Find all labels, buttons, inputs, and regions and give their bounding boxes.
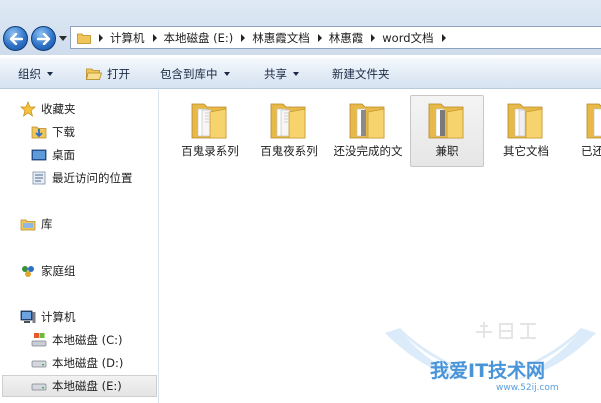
chevron-down-icon — [47, 72, 53, 76]
folder-icon — [77, 33, 91, 44]
nav-favorites-label: 收藏夹 — [41, 102, 76, 116]
nav-computer[interactable]: 计算机 — [20, 307, 76, 327]
nav-libraries-label: 库 — [41, 217, 53, 231]
chevron-right-icon[interactable] — [152, 33, 157, 42]
computer-icon — [20, 310, 36, 323]
folder-icon — [270, 103, 306, 139]
watermark-title: 我爱IT技术网 — [430, 360, 546, 382]
downloads-folder-icon — [31, 126, 47, 139]
include-in-library-button[interactable]: 包含到库中 — [160, 58, 230, 90]
folder-item[interactable]: 百鬼夜系列 — [252, 96, 326, 166]
nav-libraries[interactable]: 库 — [20, 214, 53, 234]
nav-drive-c-label: 本地磁盘 (C:) — [52, 333, 123, 347]
breadcrumb-computer[interactable]: 计算机 — [110, 30, 145, 46]
watermark-url: www.52ij.com — [496, 383, 559, 393]
command-bar: 组织 打开 包含到库中 共享 新建文件夹 — [0, 57, 601, 89]
arrow-left-icon — [9, 32, 23, 45]
nav-drive-d-label: 本地磁盘 (D:) — [52, 356, 124, 370]
folder-item[interactable]: 还没完成的文 — [331, 96, 405, 182]
folder-label: 百鬼录系列 — [181, 144, 239, 158]
nav-computer-label: 计算机 — [41, 310, 76, 324]
new-folder-label: 新建文件夹 — [332, 67, 390, 81]
nav-homegroup-label: 家庭组 — [41, 264, 76, 278]
nav-downloads[interactable]: 下载 — [31, 122, 75, 142]
organize-label: 组织 — [18, 67, 41, 81]
address-bar-row: 计算机 本地磁盘 (E:) 林惠霞文档 林惠霞 word文档 — [0, 0, 601, 55]
nav-drive-e-label: 本地磁盘 (E:) — [52, 379, 122, 393]
folder-icon — [191, 103, 227, 139]
back-button[interactable] — [3, 26, 28, 51]
open-button[interactable]: 打开 — [86, 58, 130, 90]
nav-desktop-label: 桌面 — [52, 148, 75, 162]
chevron-right-icon[interactable] — [317, 33, 322, 42]
folder-label: 其它文档 — [503, 144, 549, 158]
nav-drive-c[interactable]: 本地磁盘 (C:) — [31, 330, 123, 350]
folder-icon — [586, 103, 601, 139]
folder-item[interactable]: 已还 — [568, 96, 601, 166]
folder-label: 兼职 — [435, 144, 459, 158]
recent-places-icon — [32, 171, 46, 185]
nav-recent-places[interactable]: 最近访问的位置 — [31, 168, 133, 188]
address-box[interactable]: 计算机 本地磁盘 (E:) 林惠霞文档 林惠霞 word文档 — [70, 26, 601, 49]
chevron-right-icon[interactable] — [99, 33, 103, 42]
folder-item[interactable]: 百鬼录系列 — [173, 96, 247, 166]
organize-button[interactable]: 组织 — [18, 58, 53, 90]
folder-item-selected[interactable]: 兼职 — [410, 95, 484, 167]
nav-homegroup[interactable]: 家庭组 — [20, 261, 76, 281]
folder-icon — [428, 103, 464, 139]
system-drive-icon — [31, 333, 47, 347]
folder-icon — [507, 103, 543, 139]
homegroup-icon — [22, 266, 34, 277]
library-icon — [20, 219, 36, 231]
star-icon — [20, 101, 36, 117]
desktop-icon — [31, 149, 47, 161]
open-folder-icon — [86, 68, 102, 80]
hard-drive-icon — [31, 360, 47, 368]
nav-drive-e[interactable]: 本地磁盘 (E:) — [2, 375, 157, 397]
nav-recent-places-label: 最近访问的位置 — [52, 171, 133, 185]
breadcrumb-word-docs[interactable]: word文档 — [382, 30, 433, 46]
navigation-pane: 收藏夹 下载 桌面 最近访问的位置 库 家庭组 计算机 本地磁盘 (C:) 本地… — [0, 90, 159, 403]
folder-label: 还没完成的文 — [333, 144, 403, 158]
recent-pages-dropdown-icon[interactable] — [59, 36, 67, 41]
folder-label: 已还 — [581, 144, 601, 158]
share-button[interactable]: 共享 — [264, 58, 299, 90]
new-folder-button[interactable]: 新建文件夹 — [332, 58, 390, 90]
breadcrumb-lin[interactable]: 林惠霞 — [329, 30, 364, 46]
nav-desktop[interactable]: 桌面 — [31, 145, 75, 165]
breadcrumb-lin-docs[interactable]: 林惠霞文档 — [252, 30, 310, 46]
nav-downloads-label: 下载 — [52, 125, 75, 139]
chevron-down-icon — [293, 72, 299, 76]
chevron-right-icon[interactable] — [371, 33, 376, 42]
open-label: 打开 — [107, 67, 130, 81]
chevron-right-icon[interactable] — [441, 33, 446, 42]
include-in-library-label: 包含到库中 — [160, 67, 218, 81]
hard-drive-icon — [31, 383, 47, 391]
nav-drive-d[interactable]: 本地磁盘 (D:) — [31, 353, 123, 373]
folder-label: 百鬼夜系列 — [260, 144, 318, 158]
forward-button[interactable] — [31, 26, 56, 51]
arrow-right-icon — [36, 32, 50, 45]
folder-icon — [349, 103, 385, 139]
nav-favorites[interactable]: 收藏夹 — [20, 99, 76, 119]
breadcrumb-drive-e[interactable]: 本地磁盘 (E:) — [164, 30, 234, 46]
folder-item[interactable]: 其它文档 — [489, 96, 563, 166]
chevron-right-icon[interactable] — [241, 33, 246, 42]
chevron-down-icon — [223, 72, 230, 76]
share-label: 共享 — [264, 67, 287, 81]
